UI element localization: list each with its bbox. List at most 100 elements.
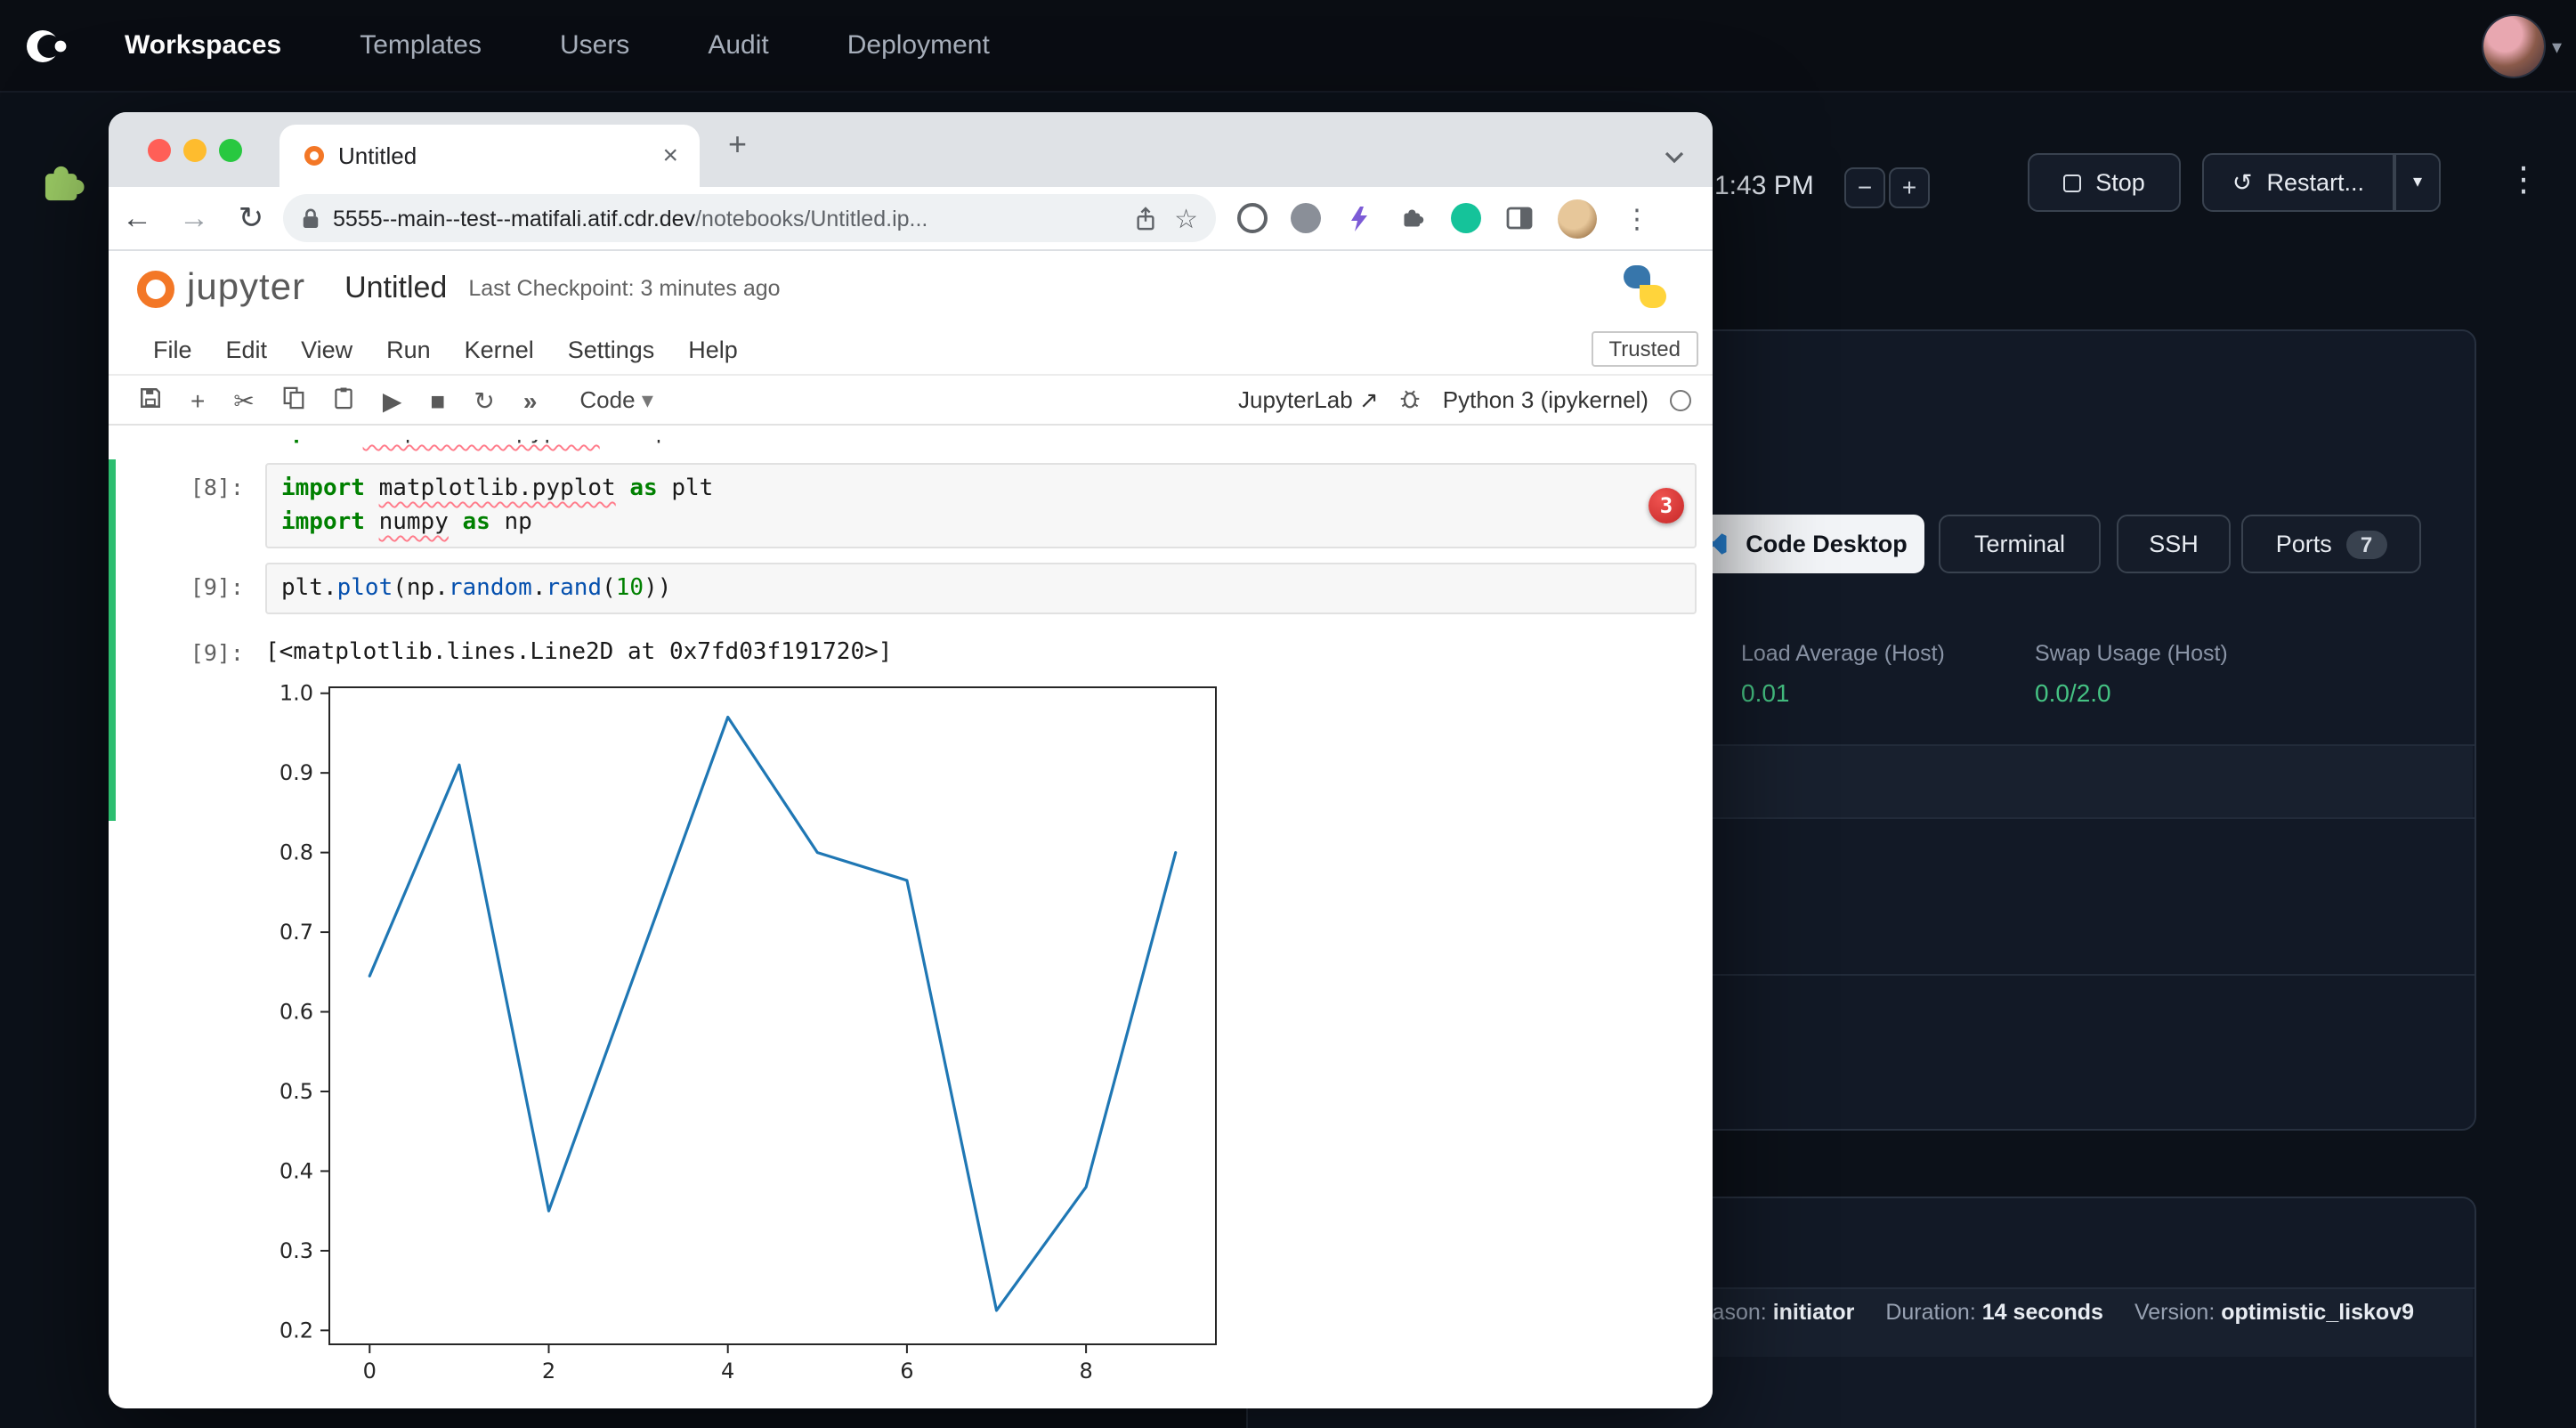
browser-tab[interactable]: Untitled × (279, 125, 700, 187)
save-button[interactable] (139, 386, 162, 413)
nav-workspaces[interactable]: Workspaces (125, 30, 281, 61)
stop-label: Stop (2095, 169, 2145, 196)
python-logo-icon (1624, 265, 1666, 308)
notification-badge[interactable]: 3 (1648, 488, 1684, 523)
load-average-label: Load Average (Host) (1741, 641, 1945, 666)
terminal-label: Terminal (1974, 531, 2065, 557)
workspace-clock: 1:43 PM (1714, 171, 1814, 201)
shield-extension-icon[interactable] (1291, 203, 1321, 233)
stop-workspace-button[interactable]: Stop (2028, 153, 2181, 212)
jupyter-brand: jupyter (187, 267, 305, 310)
screen: Workspaces Templates Users Audit Deploym… (0, 0, 2576, 1428)
cell-type-select[interactable]: Code ▾ (579, 385, 652, 414)
password-manager-extension-icon[interactable] (1237, 203, 1268, 233)
vscode-desktop-button[interactable]: Code Desktop (1691, 515, 1924, 573)
checkpoint-status: Last Checkpoint: 3 minutes ago (468, 276, 780, 301)
cut-cell-button[interactable]: ✂ (233, 387, 254, 412)
minimize-window-button[interactable] (183, 139, 207, 162)
restart-kernel-button[interactable]: ↻ (474, 387, 494, 412)
user-avatar[interactable] (2484, 16, 2545, 77)
browser-toolbar: ← → ↻ 5555--main--test--matifali.atif.cd… (109, 187, 1713, 251)
extensions-puzzle-icon[interactable] (1397, 203, 1428, 233)
tab-search-chevron-icon[interactable] (1665, 141, 1684, 173)
lightning-extension-icon[interactable] (1344, 203, 1374, 233)
jupyter-menubar: File Edit View Run Kernel Settings Help … (109, 326, 1713, 376)
top-navigation: Workspaces Templates Users Audit Deploym… (0, 0, 2576, 93)
bookmark-star-icon[interactable]: ☆ (1174, 202, 1198, 234)
run-cell-button[interactable]: ▶ (383, 387, 402, 412)
menu-view[interactable]: View (301, 337, 352, 363)
lock-icon (301, 207, 320, 230)
copy-cell-button[interactable] (283, 386, 304, 413)
nav-audit[interactable]: Audit (708, 30, 768, 61)
browser-profile-avatar[interactable] (1558, 199, 1597, 238)
zoom-in-button[interactable]: + (1889, 167, 1930, 208)
code-editor[interactable]: plt.plot(np.random.rand(10)) (265, 563, 1697, 614)
extension-icons: ⋮ (1237, 199, 1668, 238)
menu-settings[interactable]: Settings (568, 337, 655, 363)
ports-button[interactable]: Ports 7 (2241, 515, 2421, 573)
app-logo-icon[interactable] (11, 0, 82, 92)
stop-icon (2063, 174, 2081, 191)
new-tab-button[interactable]: + (728, 126, 747, 164)
kernel-name[interactable]: Python 3 (ipykernel) (1443, 386, 1648, 413)
menu-help[interactable]: Help (688, 337, 738, 363)
back-button[interactable]: ← (109, 200, 166, 236)
restart-workspace-button[interactable]: ↺ Restart... (2202, 153, 2394, 212)
tab-title: Untitled (338, 142, 659, 169)
splitview-extension-icon[interactable] (1504, 203, 1535, 233)
svg-text:0.5: 0.5 (279, 1079, 313, 1104)
menu-run[interactable]: Run (386, 337, 431, 363)
ports-label: Ports (2276, 531, 2332, 557)
notebook-title[interactable]: Untitled (344, 271, 447, 306)
svg-text:6: 6 (900, 1359, 913, 1383)
reload-button[interactable]: ↻ (223, 200, 279, 236)
notebook-body: import matplotlib.pyplot as plt [8]: imp… (109, 426, 1713, 1408)
forward-button[interactable]: → (166, 200, 223, 236)
external-link-icon: ↗ (1359, 385, 1379, 412)
input-prompt: [8]: (109, 463, 265, 548)
build-metadata: Reason: initiator Duration: 14 seconds V… (1684, 1300, 2414, 1325)
puzzle-extension-icon[interactable] (36, 157, 89, 219)
svg-text:0.8: 0.8 (279, 840, 313, 865)
matplotlib-figure: 0.20.30.40.50.60.70.80.91.002468 (265, 673, 1713, 1398)
restart-run-all-button[interactable]: » (523, 387, 534, 412)
ports-count-badge: 7 (2346, 530, 2386, 558)
workspace-menu-icon[interactable]: ⋮ (2507, 160, 2540, 201)
output-prompt: [9]: (109, 636, 265, 666)
open-jupyterlab-link[interactable]: JupyterLab ↗ (1238, 385, 1379, 414)
interrupt-kernel-button[interactable]: ■ (430, 387, 445, 412)
svg-text:4: 4 (721, 1359, 734, 1383)
svg-text:0.3: 0.3 (279, 1238, 313, 1263)
code-editor[interactable]: import matplotlib.pyplot as plt import n… (265, 463, 1697, 548)
address-bar[interactable]: 5555--main--test--matifali.atif.cdr.dev/… (283, 194, 1216, 242)
fullscreen-window-button[interactable] (219, 139, 242, 162)
chevron-down-icon[interactable]: ▾ (2552, 35, 2562, 58)
ssh-button[interactable]: SSH (2117, 515, 2231, 573)
close-window-button[interactable] (148, 139, 171, 162)
svg-text:8: 8 (1079, 1359, 1092, 1383)
menu-kernel[interactable]: Kernel (465, 337, 534, 363)
nav-users[interactable]: Users (560, 30, 629, 61)
zoom-out-button[interactable]: − (1844, 167, 1885, 208)
ssh-label: SSH (2149, 531, 2199, 557)
code-cell: [9]: plt.plot(np.random.rand(10)) (109, 563, 1713, 614)
paste-cell-button[interactable] (333, 386, 354, 413)
svg-text:0.7: 0.7 (279, 920, 313, 945)
close-tab-icon[interactable]: × (659, 141, 682, 171)
svg-text:0: 0 (363, 1359, 377, 1383)
svg-text:0.4: 0.4 (279, 1158, 313, 1183)
debugger-bug-icon[interactable] (1400, 386, 1422, 413)
restart-options-chevron[interactable]: ▾ (2394, 153, 2441, 212)
menu-edit[interactable]: Edit (226, 337, 268, 363)
trusted-button[interactable]: Trusted (1592, 331, 1699, 367)
grammar-extension-icon[interactable] (1451, 203, 1481, 233)
load-average-value: 0.01 (1741, 678, 1790, 707)
nav-deployment[interactable]: Deployment (847, 30, 990, 61)
menu-file[interactable]: File (153, 337, 192, 363)
add-cell-button[interactable]: + (190, 387, 205, 412)
nav-templates[interactable]: Templates (360, 30, 482, 61)
browser-menu-icon[interactable]: ⋮ (1624, 202, 1650, 234)
share-icon[interactable] (1133, 206, 1156, 231)
terminal-button[interactable]: Terminal (1939, 515, 2101, 573)
